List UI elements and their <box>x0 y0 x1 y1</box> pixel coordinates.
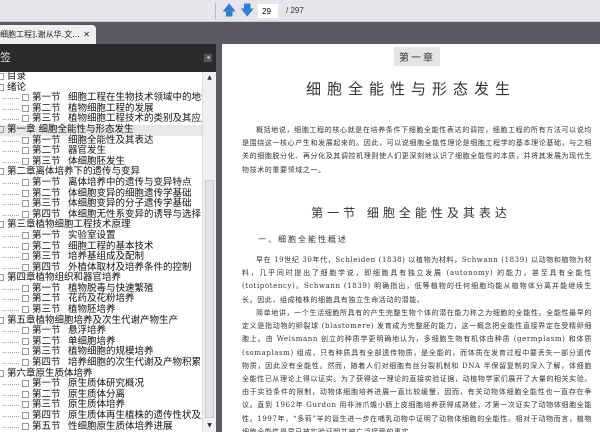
bookmark-label: 细胞全能性及其表达 <box>68 134 154 146</box>
bookmark-page-icon <box>22 422 29 430</box>
bookmark-page-icon <box>22 284 29 292</box>
bookmark-label: 第四章植物组织和器官培养 <box>7 272 122 284</box>
bookmark-page-icon <box>0 369 4 377</box>
bookmark-page-icon <box>22 210 29 218</box>
bookmark-scrollbar[interactable]: ▲ ▼ <box>202 72 216 432</box>
section-number: 第五节 <box>32 420 61 432</box>
chapter-title: 细胞全能性与形态发生 <box>305 80 516 98</box>
bookmark-page-icon <box>22 115 29 123</box>
bookmark-label: 性细胞原生质体培养进展 <box>68 420 173 432</box>
page-number-input[interactable] <box>258 4 278 18</box>
bookmark-page-icon <box>22 189 29 197</box>
bookmark-label: 第六章原生质体培养 <box>7 367 93 379</box>
intro-paragraph: 概括地说，细胞工程的核心就是在培养条件下细胞全能性表达的调控，细胞工程的所有方法… <box>242 126 592 174</box>
bookmark-label: 细胞工程在生物技术领域中的地位 <box>68 92 202 104</box>
bookmark-page-icon <box>22 359 29 367</box>
bookmark-label: 目录 <box>7 72 27 82</box>
body-paragraph: 简单地讲，一个生活细胞所具有的产生完整生物个体的潜在能力称之为细胞的全能性。全能… <box>242 309 592 432</box>
subsection-title: 一、细胞全能性概述 <box>258 235 348 244</box>
bookmark-page-icon <box>22 401 29 409</box>
bookmark-page-icon <box>22 327 29 335</box>
toolbar-separator <box>215 3 216 19</box>
bookmark-page-icon <box>22 104 29 112</box>
bookmark-page-icon <box>0 125 4 133</box>
bookmark-page-icon <box>22 380 29 388</box>
scroll-thumb[interactable] <box>205 180 214 418</box>
bookmarks-panel-header: 签 ◂ <box>0 44 218 72</box>
section-number: 第四节 <box>32 410 61 421</box>
bookmark-page-icon <box>0 316 4 324</box>
document-page: 第一章 细胞全能性与形态发生 概括地说，细胞工程的核心就是在培养条件下细胞全能性… <box>222 44 600 432</box>
bookmark-page-icon <box>22 147 29 155</box>
bookmark-label: 第二章离体培养下的遗传与变异 <box>7 166 141 178</box>
tab-bar: 细胞工程].谢从华.文... ✕ <box>0 22 600 44</box>
bookmark-label: 原生质体再生植株的遗传性状及变异 <box>68 410 202 421</box>
bookmark-page-icon <box>22 306 29 314</box>
bookmark-label: 花药及花粉培养 <box>68 293 135 305</box>
panel-title: 签 <box>0 51 11 64</box>
bookmark-page-icon <box>0 168 4 176</box>
bookmark-page-icon <box>22 94 29 102</box>
bookmark-item[interactable]: 目录 <box>0 72 202 83</box>
bookmark-label: 实验室设置 <box>68 229 116 241</box>
bookmark-label: 原生质体培养 <box>68 399 126 411</box>
bookmark-label: 培养细胞的次生代谢及产物积累 <box>68 357 202 369</box>
bookmark-label: 植物细胞工程技术的类别及其应用 <box>68 113 202 125</box>
close-tab-icon[interactable]: ✕ <box>83 25 90 44</box>
scroll-up-icon[interactable]: ▲ <box>203 72 216 84</box>
bookmark-tree: 目录 绪论 第一节 细胞工程在生物技术领域中的地位 第二节 植物细胞工程的发展 第三节 植物细… <box>0 72 202 432</box>
body-paragraph: 早在 19世纪 30年代，Schleiden (1838) 以植物为材料，Sch… <box>242 256 592 304</box>
chapter-label: 第一章 <box>394 47 440 66</box>
bookmark-label: 绪论 <box>7 81 27 93</box>
section-number: 第一节 <box>32 229 61 241</box>
bookmark-page-icon <box>22 412 29 419</box>
bookmark-page-icon <box>22 348 29 356</box>
bookmark-label: 植物细胞的规模培养 <box>68 346 154 358</box>
bookmark-page-icon <box>22 157 29 165</box>
bookmark-label: 器官发生 <box>68 145 107 157</box>
bookmark-page-icon <box>22 136 29 144</box>
bookmark-page-icon <box>22 263 29 271</box>
bookmark-label: 离体培养中的遗传与变异特点 <box>68 176 192 188</box>
bookmark-item[interactable]: 第五节 性细胞原生质体培养进展 <box>0 420 202 432</box>
bookmark-page-icon <box>0 83 4 91</box>
bookmark-label: 第三章植物细胞工程技术原理 <box>7 219 131 231</box>
bookmark-label: 第五章植物细胞培养及次生代谢产物生产 <box>7 314 179 326</box>
bookmark-page-icon <box>22 231 29 239</box>
scroll-down-icon[interactable]: ▼ <box>203 420 216 432</box>
bookmark-page-icon <box>0 221 4 229</box>
page-total: / 297 <box>286 6 304 15</box>
bookmark-label: 悬浮培养 <box>68 325 107 337</box>
bookmark-label: 细胞工程的基本技术 <box>68 240 154 252</box>
document-tab[interactable]: 细胞工程].谢从华.文... ✕ <box>0 25 96 44</box>
bookmark-page-icon <box>22 178 29 186</box>
bookmark-page-icon <box>22 200 29 208</box>
prev-page-button[interactable]: 🡅 <box>222 4 236 18</box>
toolbar: 🡅 🡇 / 297 <box>0 0 600 22</box>
bookmark-label: 体细胞变异的分子遗传学基础 <box>68 198 192 210</box>
next-page-button[interactable]: 🡇 <box>240 4 254 18</box>
bookmark-page-icon <box>0 274 4 282</box>
bookmark-label: 第一章 细胞全能性与形态发生 <box>7 123 134 135</box>
bookmark-page-icon <box>22 242 29 250</box>
bookmark-label: 培养基组成及配制 <box>68 251 145 263</box>
collapse-panel-icon[interactable]: ◂ <box>204 54 212 62</box>
bookmark-label: 体细胞变异的细胞遗传学基础 <box>68 187 192 199</box>
bookmark-page-icon <box>22 253 29 261</box>
bookmark-page-icon <box>22 295 29 303</box>
section-title: 第一节 细胞全能性及其表达 <box>311 206 511 220</box>
bookmark-label: 原生质体研究概况 <box>68 378 145 390</box>
section-number: 第一节 <box>32 176 61 188</box>
bookmark-page-icon <box>22 390 29 398</box>
bookmark-page-icon <box>0 73 4 80</box>
tab-label: 细胞工程].谢从华.文... <box>0 30 80 39</box>
bookmark-page-icon <box>22 337 29 345</box>
bookmark-label: 植物胚培养 <box>68 304 116 316</box>
